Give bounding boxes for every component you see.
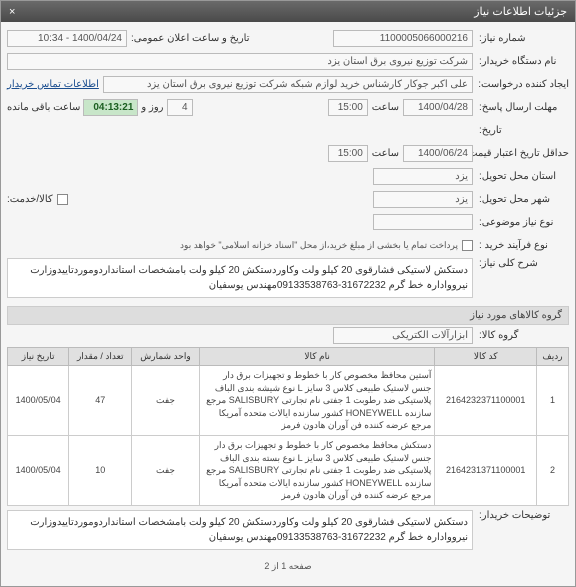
deadline-date-field: 1400/04/28 (403, 99, 473, 116)
credit-date-field: 1400/06/24 (403, 145, 473, 162)
overall-desc-label: شرح کلی نیاز: (477, 258, 569, 269)
pub-datetime-label: تاریخ و ساعت اعلان عمومی: (131, 33, 250, 44)
to-date-label: تاریخ: (477, 125, 569, 136)
cell-code: 2164232371100001 (435, 366, 537, 436)
item-svc-checkbox[interactable] (57, 194, 68, 205)
city-field: یزد (373, 191, 473, 208)
province-label: استان محل تحویل: (477, 171, 569, 182)
cell-unit: جفت (132, 435, 200, 505)
cell-date: 1400/05/04 (8, 435, 69, 505)
pub-datetime-field: 1400/04/24 - 10:34 (7, 30, 127, 47)
req-creator-label: ایجاد کننده درخواست: (477, 79, 569, 90)
page-indicator: صفحه 1 از 2 (264, 561, 311, 572)
buyer-dev-field: شرکت توزیع نیروی برق استان یزد (7, 53, 473, 70)
group-label: گروه کالا: (477, 330, 569, 341)
deadline-label: مهلت ارسال پاسخ: (477, 102, 569, 113)
need-no-label: شماره نیاز: (477, 33, 569, 44)
contact-link[interactable]: اطلاعات تماس خریدار (7, 79, 99, 90)
cell-idx: 1 (537, 366, 569, 436)
pay-checkbox[interactable] (462, 240, 473, 251)
credit-hist-label: حداقل تاریخ اعتبار قیمت تا تاریخ: (477, 148, 569, 159)
col-code: کد کالا (435, 348, 537, 366)
buy-process-label: نوع فرآیند خرید : (477, 240, 569, 251)
table-row[interactable]: 2 2164231371100001 دستکش محافظ مخصوص کار… (8, 435, 569, 505)
item-svc-label: کالا/خدمت: (7, 194, 53, 205)
col-idx: ردیف (537, 348, 569, 366)
cell-qty: 47 (69, 366, 132, 436)
credit-time-field: 15:00 (328, 145, 368, 162)
close-icon[interactable]: × (9, 6, 15, 18)
days-word: روز و (141, 102, 163, 113)
remaining-label: ساعت باقی مانده (7, 102, 80, 113)
table-row[interactable]: 1 2164232371100001 آستین محافظ مخصوص کار… (8, 366, 569, 436)
buyer-notes-label: توضیحات خریدار: (477, 510, 569, 521)
need-type-label: نوع نیاز موضوعی: (477, 217, 569, 228)
cell-idx: 2 (537, 435, 569, 505)
hour-label-2: ساعت (372, 148, 399, 159)
cell-name: آستین محافظ مخصوص کار با خطوط و تجهیزات … (199, 366, 435, 436)
cell-name: دستکش محافظ مخصوص کار با خطوط و تجهیزات … (199, 435, 435, 505)
col-unit: واحد شمارش (132, 348, 200, 366)
window-title: جزئیات اطلاعات نیاز (474, 5, 567, 18)
countdown-field: 04:13:21 (83, 99, 138, 116)
buyer-notes-box: دستکش لاستیکی فشارقوی 20 کیلو ولت وکاورد… (7, 510, 473, 550)
req-creator-field: علی اکبر جوکار کارشناس خرید لوازم شبکه ش… (103, 76, 473, 93)
col-qty: تعداد / مقدار (69, 348, 132, 366)
need-no-field: 1100005066000216 (333, 30, 473, 47)
group-field: ابزارآلات الکتریکی (333, 327, 473, 344)
buyer-dev-label: نام دستگاه خریدار: (477, 56, 569, 67)
city-label: شهر محل تحویل: (477, 194, 569, 205)
hour-label-1: ساعت (372, 102, 399, 113)
col-name: نام کالا (199, 348, 435, 366)
cell-qty: 10 (69, 435, 132, 505)
items-table: ردیف کد کالا نام کالا واحد شمارش تعداد /… (7, 347, 569, 506)
cell-unit: جفت (132, 366, 200, 436)
cell-date: 1400/05/04 (8, 366, 69, 436)
cell-code: 2164231371100001 (435, 435, 537, 505)
need-type-field (373, 214, 473, 230)
province-field: یزد (373, 168, 473, 185)
overall-desc-box: دستکش لاستیکی فشارقوی 20 کیلو ولت وکاورد… (7, 258, 473, 298)
pay-note: پرداخت تمام یا بخشی از مبلغ خرید،از محل … (180, 240, 458, 251)
days-field: 4 (167, 99, 193, 116)
col-date: تاریخ نیاز (8, 348, 69, 366)
items-group-header: گروه کالاهای مورد نیاز (7, 306, 569, 325)
deadline-time-field: 15:00 (328, 99, 368, 116)
